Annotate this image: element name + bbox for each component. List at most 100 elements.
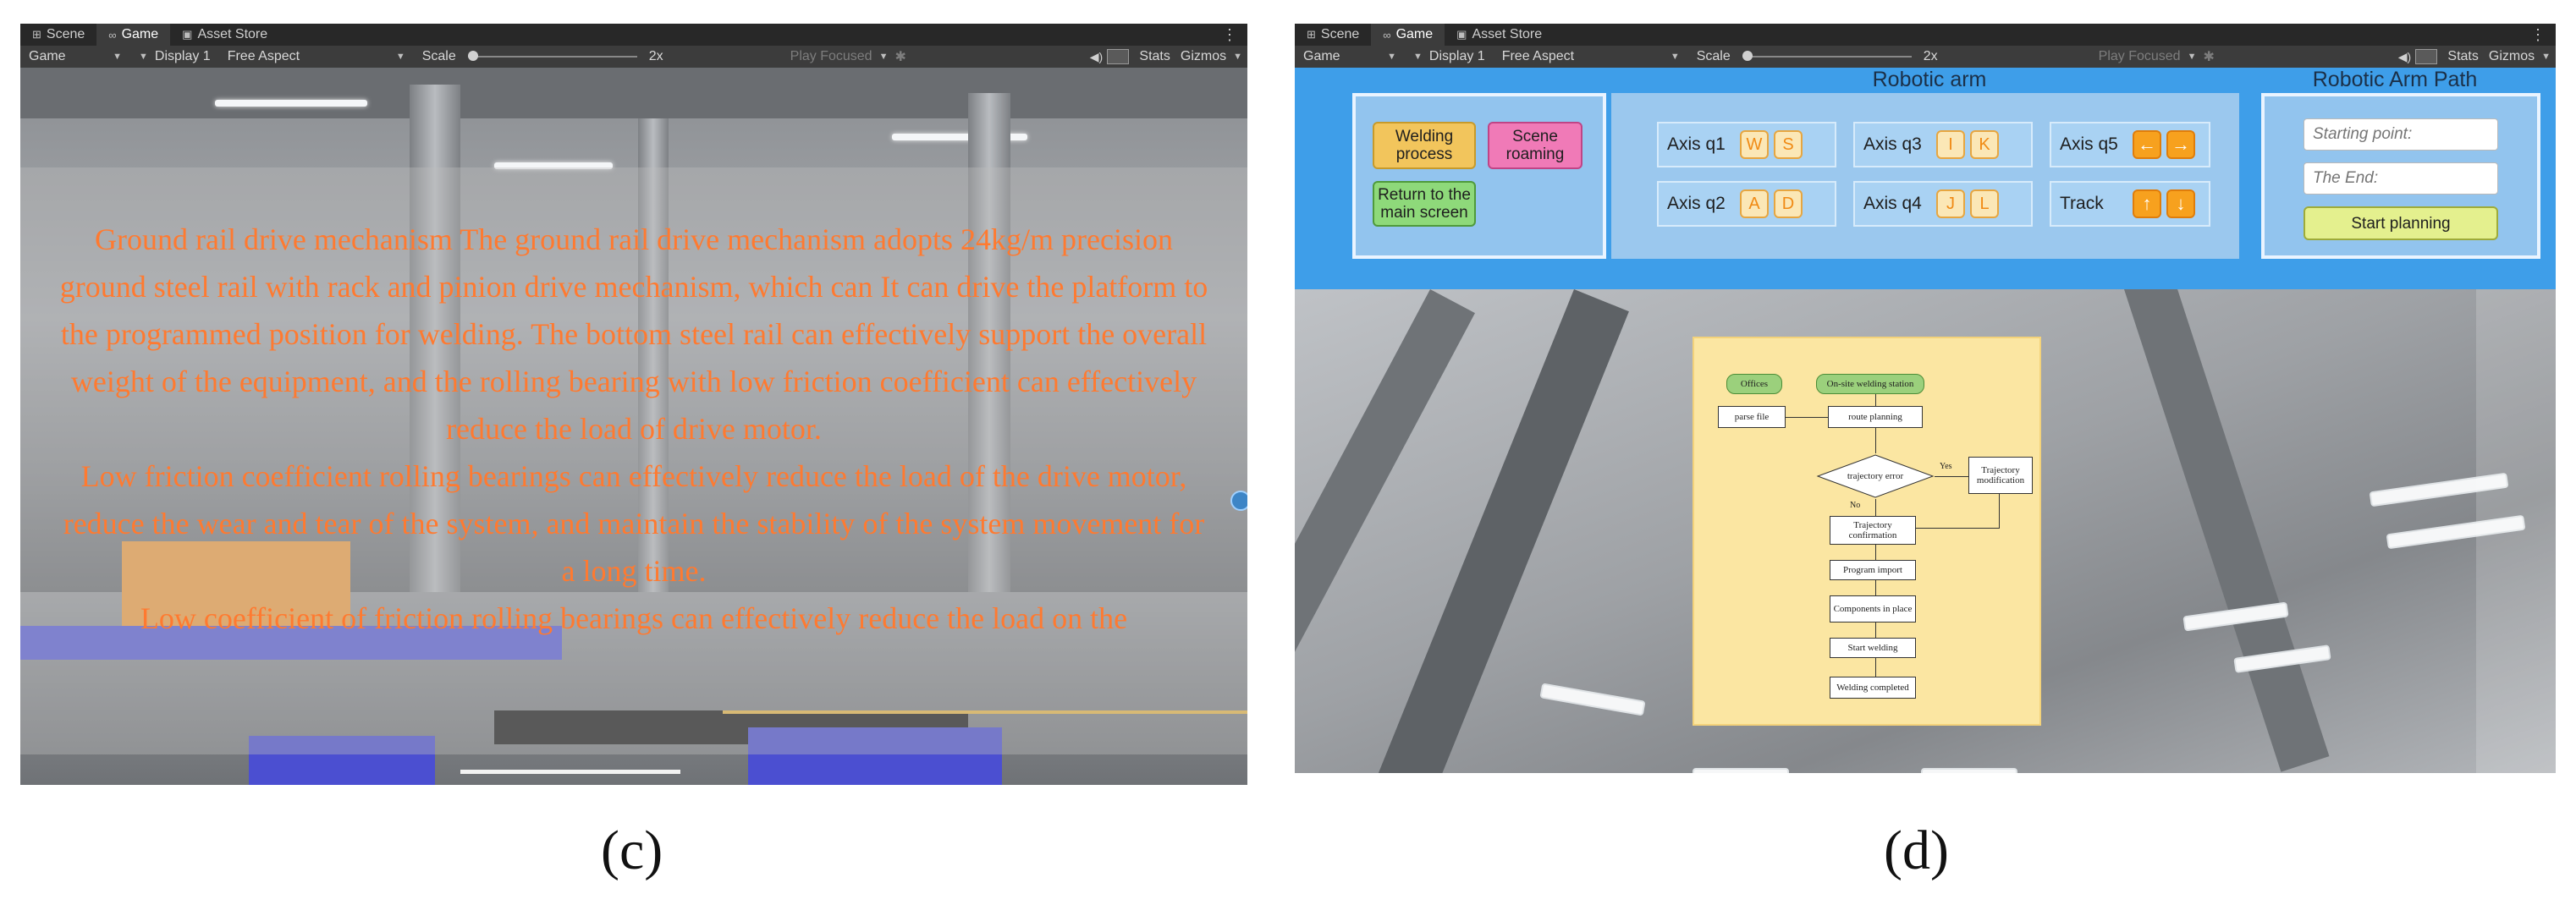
flow-arrow	[1875, 499, 1876, 516]
scale-control[interactable]: Scale 2x	[1688, 46, 1946, 68]
flow-arrow	[1875, 428, 1876, 453]
tab-asset-store[interactable]: ▣ Asset Store	[1445, 24, 1554, 46]
description-paragraph: Ground rail drive mechanism The ground r…	[59, 222, 1208, 446]
display-dropdown[interactable]: ▼ Display 1	[1405, 46, 1494, 68]
axis-q4-minus-button[interactable]: L	[1970, 189, 1999, 218]
game-viewport-d[interactable]: Robotic arm Robotic Arm Path Welding pro…	[1295, 68, 2556, 773]
starting-point-input[interactable]	[2304, 118, 2498, 151]
game-view-dropdown[interactable]: Game ▼	[20, 46, 130, 68]
speaker-icon[interactable]: ◀)	[1085, 50, 1107, 64]
bug-icon: ✱	[894, 50, 906, 64]
axis-q3-control: Axis q3 I K	[1853, 122, 2033, 167]
chevron-down-icon: ▼	[2541, 52, 2551, 62]
scroll-handle[interactable]	[1230, 491, 1247, 511]
chevron-down-icon: ▼	[1670, 52, 1680, 62]
aspect-dropdown[interactable]: Free Aspect ▼	[219, 46, 414, 68]
tab-asset-store-label: Asset Store	[1472, 27, 1543, 41]
scale-label: Scale	[1696, 49, 1731, 63]
aspect-label: Free Aspect	[1501, 49, 1575, 63]
play-focused-dropdown[interactable]: Play Focused ▼ ✱	[782, 46, 915, 68]
flow-arrow	[1875, 394, 1876, 406]
flow-start-welding: Start welding	[1830, 638, 1916, 658]
flow-arrow	[1935, 476, 1968, 477]
chevron-down-icon: ▼	[395, 52, 405, 62]
axis-q4-control: Axis q4 J L	[1853, 181, 2033, 227]
lock-icon: ▣	[1456, 28, 1467, 41]
game-toolbar: Game ▼ ▼ Display 1 Free Aspect ▼ Scale 2x Pl…	[20, 46, 1247, 69]
game-view-dropdown[interactable]: Game ▼	[1295, 46, 1405, 68]
axis-q4-plus-button[interactable]: J	[1936, 189, 1965, 218]
chevron-down-icon: ▼	[1387, 52, 1396, 62]
axis-q5-label: Axis q5	[2060, 134, 2118, 154]
flow-parse-file: parse file	[1718, 406, 1786, 428]
axis-q3-minus-button[interactable]: K	[1970, 130, 1999, 159]
flow-no-label: No	[1850, 501, 1861, 510]
scale-slider-handle[interactable]	[467, 51, 478, 61]
axis-q1-plus-button[interactable]: W	[1740, 130, 1769, 159]
play-focused-label: Play Focused	[2098, 49, 2181, 63]
tab-game[interactable]: ∞ Game	[1371, 24, 1445, 46]
axis-q2-plus-button[interactable]: A	[1740, 189, 1769, 218]
flow-onsite-station: On-site welding station	[1816, 374, 1924, 394]
axis-q2-minus-button[interactable]: D	[1774, 189, 1803, 218]
tab-game[interactable]: ∞ Game	[96, 24, 171, 46]
scale-slider[interactable]	[467, 51, 637, 61]
more-menu-icon[interactable]: ⋮	[2520, 26, 2556, 44]
axis-q2-label: Axis q2	[1667, 194, 1726, 213]
axis-q1-label: Axis q1	[1667, 134, 1726, 154]
tab-scene[interactable]: ⊞ Scene	[1295, 24, 1371, 46]
display-dropdown[interactable]: ▼ Display 1	[130, 46, 219, 68]
scale-control[interactable]: Scale 2x	[414, 46, 672, 68]
display-label: Display 1	[1428, 49, 1485, 63]
ceiling-lamp	[1921, 768, 2017, 773]
return-main-button[interactable]: Return to the main screen	[1373, 181, 1476, 227]
robotic-arm-title: Robotic arm	[1872, 68, 1987, 91]
speaker-icon[interactable]: ◀)	[2393, 50, 2415, 64]
welding-flowchart: Offices On-site welding station parse fi…	[1693, 337, 2041, 726]
start-planning-button[interactable]: Start planning	[2304, 206, 2498, 240]
axis-q3-plus-button[interactable]: I	[1936, 130, 1965, 159]
tab-scene[interactable]: ⊞ Scene	[20, 24, 96, 46]
stats-button[interactable]: Stats	[1134, 46, 1175, 68]
game-toolbar: Game ▼ ▼ Display 1 Free Aspect ▼ Scale 2x Pl…	[1295, 46, 2556, 69]
scene-roaming-button[interactable]: Scene roaming	[1488, 122, 1582, 169]
axis-q3-label: Axis q3	[1863, 134, 1922, 154]
roof-beam	[20, 68, 1247, 118]
tab-scene-label: Scene	[1320, 27, 1360, 41]
flow-arrow	[1999, 494, 2000, 528]
gizmo-grid-icon[interactable]	[2415, 49, 2438, 64]
game-viewport-c[interactable]: Ground rail drive mechanism The ground r…	[20, 68, 1247, 785]
play-focused-dropdown[interactable]: Play Focused ▼ ✱	[2090, 46, 2223, 68]
scale-slider-handle[interactable]	[1742, 51, 1753, 61]
scale-value: 2x	[1923, 49, 1938, 63]
end-point-input[interactable]	[2304, 162, 2498, 195]
axis-q5-control: Axis q5 ← →	[2050, 122, 2210, 167]
gizmo-grid-icon[interactable]	[1107, 49, 1130, 64]
more-menu-icon[interactable]: ⋮	[1212, 26, 1247, 44]
aspect-dropdown[interactable]: Free Aspect ▼	[1494, 46, 1688, 68]
flow-arrow	[1916, 528, 2000, 529]
arrow-left-icon[interactable]: ←	[2133, 130, 2161, 159]
axis-q1-minus-button[interactable]: S	[1774, 130, 1803, 159]
chevron-down-icon: ▼	[1233, 52, 1242, 62]
arrow-up-icon[interactable]: ↑	[2133, 189, 2161, 218]
flow-arrow	[1875, 623, 1876, 638]
grid-icon: ⊞	[32, 28, 41, 41]
stats-button[interactable]: Stats	[2442, 46, 2483, 68]
gizmos-dropdown[interactable]: Gizmos ▼	[2484, 46, 2556, 68]
gizmos-dropdown[interactable]: Gizmos ▼	[1175, 46, 1247, 68]
scale-label: Scale	[421, 49, 456, 63]
flow-program-import: Program import	[1830, 560, 1916, 580]
flow-components-in-place: Components in place	[1830, 595, 1916, 623]
tab-asset-store[interactable]: ▣ Asset Store	[170, 24, 279, 46]
description-paragraph: Low friction coefficient rolling bearing…	[63, 459, 1205, 588]
welding-process-button[interactable]: Welding process	[1373, 122, 1476, 169]
flow-arrow	[1786, 417, 1828, 418]
editor-tab-bar: ⊞ Scene ∞ Game ▣ Asset Store ⋮	[20, 24, 1247, 46]
arrow-right-icon[interactable]: →	[2166, 130, 2195, 159]
robotic-arm-path-title: Robotic Arm Path	[2312, 68, 2478, 91]
caption-d: (d)	[1884, 820, 1949, 881]
scale-slider[interactable]	[1742, 51, 1912, 61]
arrow-down-icon[interactable]: ↓	[2166, 189, 2195, 218]
axis-q2-control: Axis q2 A D	[1657, 181, 1836, 227]
